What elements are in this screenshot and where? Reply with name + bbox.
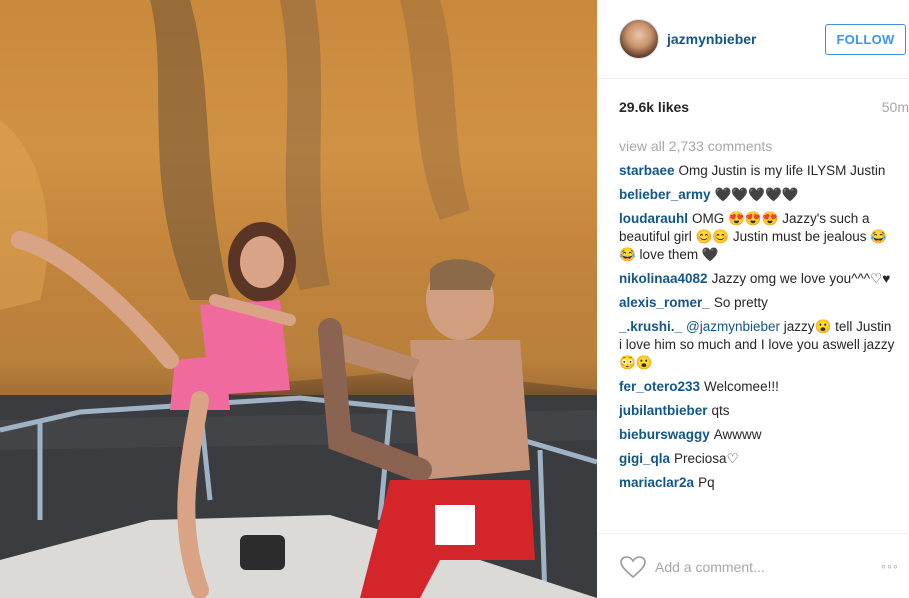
- post-details-panel: jazmynbieber FOLLOW 29.6k likes 50m view…: [597, 0, 909, 598]
- comment-item: belieber_army 🖤🖤🖤🖤🖤: [619, 186, 895, 204]
- comment-username[interactable]: bieburswaggy: [619, 427, 710, 442]
- comment-mention[interactable]: @jazmynbieber: [686, 319, 780, 334]
- post-username[interactable]: jazmynbieber: [667, 31, 756, 47]
- comment-item: loudarauhl OMG 😍😍😍 Jazzy's such a beautif…: [619, 210, 895, 264]
- add-comment-input[interactable]: [655, 556, 865, 578]
- comment-text: Jazzy omg we love you^^^♡♥: [711, 271, 891, 286]
- more-options-icon[interactable]: ◦◦◦: [881, 558, 899, 574]
- comment-username[interactable]: alexis_romer_: [619, 295, 710, 310]
- comment-text: qts: [711, 403, 730, 418]
- comments-list[interactable]: view all 2,733 comments starbaee Omg Just…: [619, 137, 895, 533]
- like-heart-icon[interactable]: [619, 555, 647, 579]
- comment-item: mariaclar2a Pq: [619, 474, 895, 492]
- view-all-comments-link[interactable]: view all 2,733 comments: [619, 137, 895, 155]
- comment-item: fer_otero233 Welcomee!!!: [619, 378, 895, 396]
- comment-username[interactable]: gigi_qla: [619, 451, 670, 466]
- comment-text: So pretty: [713, 295, 768, 310]
- comment-item: bieburswaggy Awwww: [619, 426, 895, 444]
- comment-item: alexis_romer_ So pretty: [619, 294, 895, 312]
- post-header: jazmynbieber FOLLOW: [597, 0, 909, 79]
- comment-item: jubilantbieber qts: [619, 402, 895, 420]
- post-footer: ◦◦◦: [597, 533, 909, 598]
- comment-username[interactable]: _.krushi._: [619, 319, 682, 334]
- avatar[interactable]: [619, 19, 659, 59]
- comment-item: gigi_qla Preciosa♡: [619, 450, 895, 468]
- likes-count[interactable]: 29.6k likes: [619, 99, 689, 115]
- comment-text: Welcomee!!!: [704, 379, 779, 394]
- photo-scene: [0, 0, 597, 598]
- comment-username[interactable]: mariaclar2a: [619, 475, 694, 490]
- comment-text: Awwww: [713, 427, 762, 442]
- comment-item: _.krushi._ @jazmynbieber jazzy😮 tell Just…: [619, 318, 895, 372]
- comment-username[interactable]: nikolinaa4082: [619, 271, 708, 286]
- comment-text: Omg Justin is my life ILYSM Justin: [678, 163, 886, 178]
- comment-username[interactable]: belieber_army: [619, 187, 711, 202]
- comment-text: 🖤🖤🖤🖤🖤: [714, 187, 799, 202]
- comment-item: starbaee Omg Justin is my life ILYSM Just…: [619, 162, 895, 180]
- comment-username[interactable]: jubilantbieber: [619, 403, 708, 418]
- comment-text: Preciosa♡: [674, 451, 739, 466]
- comment-username[interactable]: loudarauhl: [619, 211, 688, 226]
- comment-item: nikolinaa4082 Jazzy omg we love you^^^♡♥: [619, 270, 895, 288]
- post-photo[interactable]: [0, 0, 597, 598]
- comment-text: Pq: [698, 475, 715, 490]
- comment-username[interactable]: starbaee: [619, 163, 675, 178]
- follow-button[interactable]: FOLLOW: [825, 24, 906, 55]
- comment-username[interactable]: fer_otero233: [619, 379, 700, 394]
- post-timestamp[interactable]: 50m: [882, 99, 909, 115]
